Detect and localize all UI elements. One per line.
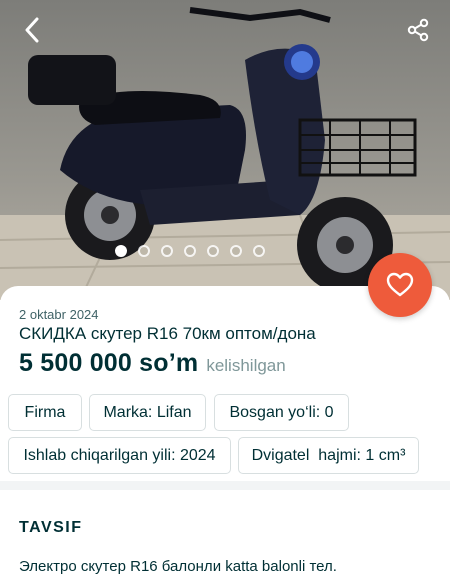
gallery-dot[interactable]	[207, 245, 219, 257]
price-row: 5 500 000 so’m kelishilgan	[19, 349, 286, 378]
param-chip-engine[interactable]: Dvigatel hajmi: 1 cm³	[238, 437, 419, 474]
gallery-dot[interactable]	[253, 245, 265, 257]
description-heading: TAVSIF	[19, 519, 83, 536]
share-icon	[407, 18, 429, 42]
share-button[interactable]	[400, 12, 436, 48]
heart-icon	[386, 272, 414, 297]
back-button[interactable]	[14, 12, 50, 48]
negotiable-label: kelishilgan	[206, 356, 286, 375]
favorite-button[interactable]	[368, 253, 432, 317]
gallery-dot[interactable]	[161, 245, 173, 257]
listing-price: 5 500 000 so’m	[19, 349, 199, 377]
gallery-dot[interactable]	[115, 245, 127, 257]
photo-gallery[interactable]	[0, 0, 450, 300]
gallery-dot[interactable]	[230, 245, 242, 257]
section-divider	[0, 481, 450, 490]
param-chip-brand[interactable]: Firma	[8, 394, 82, 431]
chevron-left-icon	[25, 17, 39, 43]
description-text: Электро скутер R16 балонли katta balonli…	[19, 558, 337, 575]
param-chip-year[interactable]: Ishlab chiqarilgan yili: 2024	[8, 437, 231, 474]
param-chip-model[interactable]: Marka: Lifan	[89, 394, 206, 431]
gallery-dot[interactable]	[138, 245, 150, 257]
listing-date: 2 oktabr 2024	[19, 307, 99, 322]
listing-title: СКИДКА скутер R16 70км оптом/дона	[19, 324, 316, 343]
gallery-pagination	[0, 245, 450, 257]
param-chip-mileage[interactable]: Bosgan yo‘li: 0	[214, 394, 349, 431]
gallery-dot[interactable]	[184, 245, 196, 257]
